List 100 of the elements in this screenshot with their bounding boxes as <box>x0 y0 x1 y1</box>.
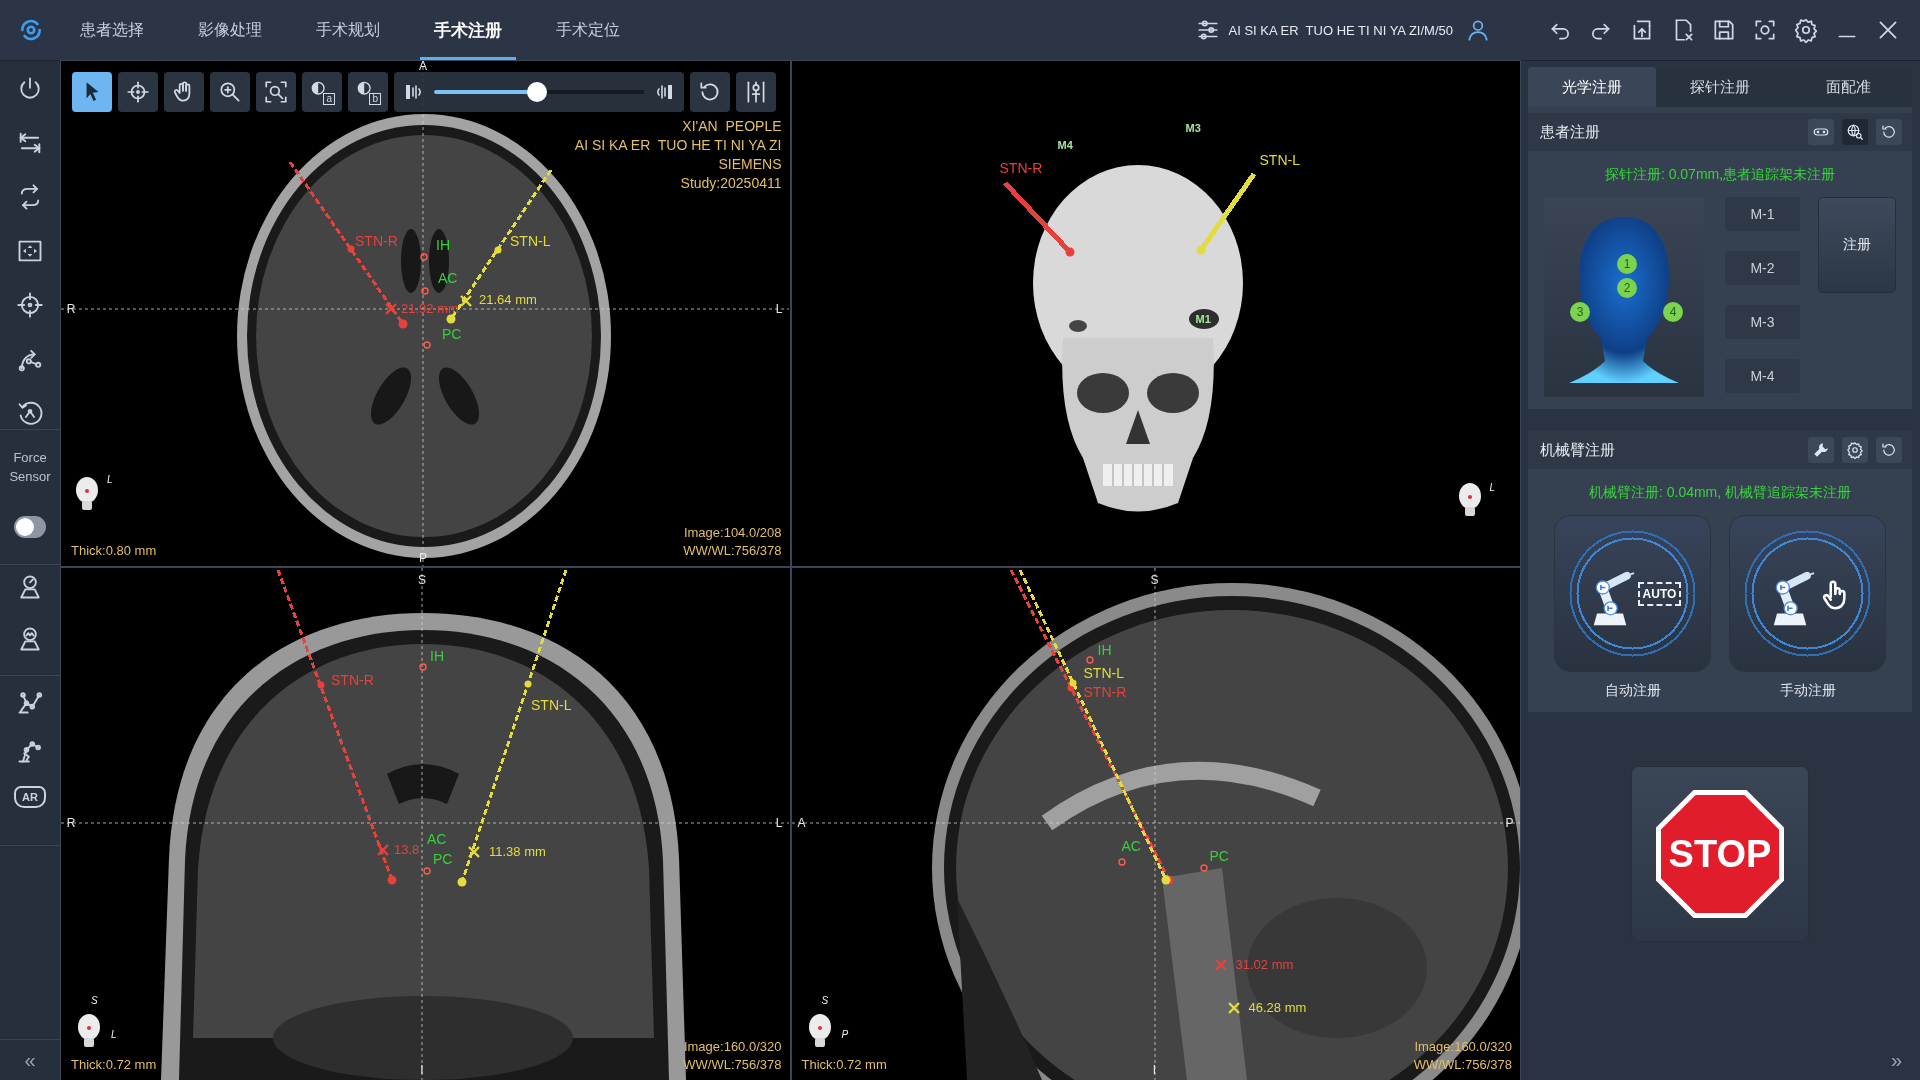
landmark-point-icon <box>1199 864 1208 872</box>
orientation-label: I <box>1152 1064 1157 1076</box>
trajectory-label: STN-R <box>1083 684 1127 700</box>
marker-label: M1 <box>1195 313 1211 326</box>
logo-icon <box>18 17 44 43</box>
trajectory-label: STN-R <box>331 672 374 688</box>
toggle-switch[interactable] <box>14 516 46 538</box>
wrench-icon <box>1812 441 1830 459</box>
module-tab[interactable]: 手术规划 <box>302 0 394 60</box>
image-info: Image:104.0/208 <box>683 524 782 542</box>
distance-label: 21.92 mm <box>401 301 459 317</box>
screenshot-icon[interactable] <box>1752 17 1778 43</box>
landmark-point-icon <box>1085 656 1094 664</box>
save-icon[interactable] <box>1711 17 1737 43</box>
slider-thumb[interactable] <box>526 82 547 102</box>
slice-thickness: Thick:0.80 mm <box>71 543 157 558</box>
marker-label: M3 <box>1185 122 1201 135</box>
alignment-button[interactable] <box>736 72 776 112</box>
axis-letter: L <box>1489 483 1496 493</box>
collapse-button[interactable]: « <box>24 1050 36 1070</box>
trajectory-label: STN-R <box>355 233 398 249</box>
rotate-button[interactable] <box>690 72 730 112</box>
landmark-marker[interactable]: 4 <box>1663 302 1683 322</box>
crosshair-button[interactable] <box>118 72 158 112</box>
landmark-marker[interactable]: 3 <box>1570 302 1590 322</box>
contrast-button[interactable]: b <box>348 72 388 112</box>
registration-tab[interactable]: 探针注册 <box>1656 67 1784 107</box>
reset-icon <box>1880 123 1898 141</box>
globe-search-icon <box>1846 123 1864 141</box>
distance-label: 21.64 mm <box>479 292 537 308</box>
zoom-button[interactable] <box>210 72 250 112</box>
image-info: WW/WL:756/378 <box>683 542 782 560</box>
orientation-label: P <box>1505 817 1514 829</box>
registration-tab[interactable]: 光学注册 <box>1528 67 1656 107</box>
marker-label: M4 <box>1057 139 1073 152</box>
orientation-label: S <box>1150 574 1159 586</box>
landmark-point-icon <box>419 663 427 671</box>
marker-button[interactable]: M-4 <box>1725 359 1800 393</box>
patient-name: AI SI KA ER TUO HE TI NI YA ZI/M/50 <box>1228 22 1453 38</box>
card-title: 患者注册 <box>1540 122 1600 142</box>
head-orientation-icon <box>75 1012 103 1048</box>
landmark-point-icon <box>1117 858 1126 866</box>
landmark-label: PC <box>442 326 462 342</box>
landmark-label: AC <box>1121 838 1141 854</box>
auto-register-button[interactable]: AUTO <box>1554 515 1711 672</box>
trajectory-label: STN-L <box>531 697 572 713</box>
manual-register-button[interactable] <box>1729 515 1886 672</box>
landmark-label: AC <box>438 270 458 286</box>
target-icon[interactable] <box>16 291 44 319</box>
marker-button[interactable]: M-1 <box>1725 197 1800 231</box>
reset-button[interactable] <box>1876 437 1902 463</box>
landmark-label: IH <box>430 648 444 664</box>
distance-label: 13.8 <box>394 842 420 858</box>
orientation-label: A <box>419 61 427 72</box>
axis-letter: S <box>821 996 829 1006</box>
study-info: Study:20250411 <box>680 174 782 193</box>
orientation-label: S <box>418 574 426 586</box>
settings-icon[interactable] <box>1793 17 1819 43</box>
orientation-label: I <box>420 1064 424 1076</box>
contrast-button[interactable]: a <box>302 72 342 112</box>
slice-thickness: Thick:0.72 mm <box>801 1057 887 1072</box>
globe-search-button[interactable] <box>1842 119 1868 145</box>
tool-button[interactable] <box>1808 437 1834 463</box>
register-button[interactable]: 注册 <box>1818 197 1896 293</box>
ar-button[interactable]: AR <box>14 786 46 808</box>
landmark-label: IH <box>436 237 450 253</box>
pan-button[interactable] <box>164 72 204 112</box>
marker-button[interactable]: M-2 <box>1725 251 1800 285</box>
axis-letter: S <box>91 996 98 1006</box>
module-tab[interactable]: 患者选择 <box>66 0 158 60</box>
zoom-region-icon <box>263 79 289 105</box>
orientation-label: R <box>66 817 76 829</box>
crosshair-icon <box>125 79 151 105</box>
mode-label: 手动注册 <box>1779 682 1836 700</box>
study-info: XI'AN PEOPLE <box>682 117 782 136</box>
image-info: Image:160.0/320 <box>683 1038 782 1056</box>
trajectory-label: STN-R <box>999 160 1043 176</box>
expand-button[interactable]: » <box>1890 1050 1902 1070</box>
zoom-region-button[interactable] <box>256 72 296 112</box>
image-info: Image:160.0/320 <box>1414 1038 1512 1056</box>
axis-letter: P <box>841 1030 849 1040</box>
tracker-button[interactable] <box>1808 119 1834 145</box>
module-tab[interactable]: 手术定位 <box>542 0 634 60</box>
orientation-label: A <box>797 817 806 829</box>
force-sensor-label: Force Sensor <box>8 449 52 486</box>
stop-button[interactable]: STOP <box>1631 766 1809 942</box>
module-tab[interactable]: 影像处理 <box>184 0 276 60</box>
orientation-label: L <box>775 817 783 829</box>
pointer-button[interactable] <box>72 72 112 112</box>
trajectory-label: STN-L <box>510 233 551 249</box>
orientation-label: R <box>66 303 76 315</box>
settings-button[interactable] <box>1842 437 1868 463</box>
slice-thickness: Thick:0.72 mm <box>71 1057 157 1072</box>
landmark-point-icon <box>421 287 429 295</box>
circular-arrow-icon[interactable] <box>16 399 44 427</box>
landmark-label: PC <box>1209 848 1229 864</box>
marker-button[interactable]: M-3 <box>1725 305 1800 339</box>
reset-button[interactable] <box>1876 119 1902 145</box>
auto-tag: AUTO <box>1637 581 1682 606</box>
registration-tab[interactable]: 面配准 <box>1784 67 1912 107</box>
